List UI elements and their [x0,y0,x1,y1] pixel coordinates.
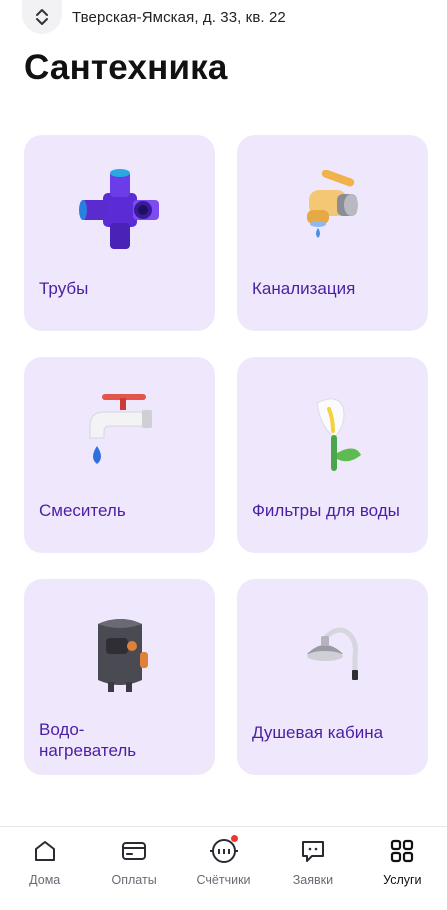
service-tile-faucet[interactable]: Смеситель [24,357,215,553]
tab-label: Заявки [292,873,334,887]
tab-label: Услуги [383,873,422,887]
notification-badge [230,835,238,842]
card-icon [118,835,150,867]
address-selector[interactable]: Тверская-Ямская, д. 33, кв. 22 [22,0,286,34]
service-tile-water-heater[interactable]: Водо- нагреватель [24,579,215,775]
bottom-tab-bar: Дома Оплаты Счётчики Заявки Услуги [0,826,447,910]
address-text: Тверская-Ямская, д. 33, кв. 22 [72,8,286,26]
service-tile-sewerage[interactable]: Канализация [237,135,428,331]
services-grid: Трубы Канализация Смеситель Фильтры для … [24,135,428,775]
chevron-up-down-icon[interactable] [22,0,62,34]
shower-head-icon [288,609,378,699]
faucet-icon [75,387,165,477]
service-label: Канализация [252,279,356,298]
drain-valve-icon [288,165,378,255]
service-label: Трубы [39,279,89,298]
tab-services[interactable]: Услуги [358,827,447,910]
service-tile-shower-cabin[interactable]: Душевая кабина [237,579,428,775]
tab-requests[interactable]: Заявки [268,827,357,910]
page-title: Сантехника [24,48,228,87]
service-tile-pipes[interactable]: Трубы [24,135,215,331]
tab-label: Оплаты [111,873,157,887]
service-label: Душевая кабина [252,723,384,742]
service-label: Фильтры для воды [252,501,400,520]
service-label: Водо- нагреватель [39,720,137,760]
pipe-fitting-icon [75,165,165,255]
tab-payments[interactable]: Оплаты [89,827,178,910]
home-icon [29,835,61,867]
calla-lily-icon [288,387,378,477]
tab-meters[interactable]: Счётчики [179,827,268,910]
grid-icon [386,835,418,867]
tab-label: Счётчики [196,873,251,887]
chat-icon [297,835,329,867]
water-heater-icon [75,609,165,699]
tab-home[interactable]: Дома [0,827,89,910]
service-tile-water-filters[interactable]: Фильтры для воды [237,357,428,553]
tab-label: Дома [29,873,61,887]
service-label: Смеситель [39,501,126,520]
